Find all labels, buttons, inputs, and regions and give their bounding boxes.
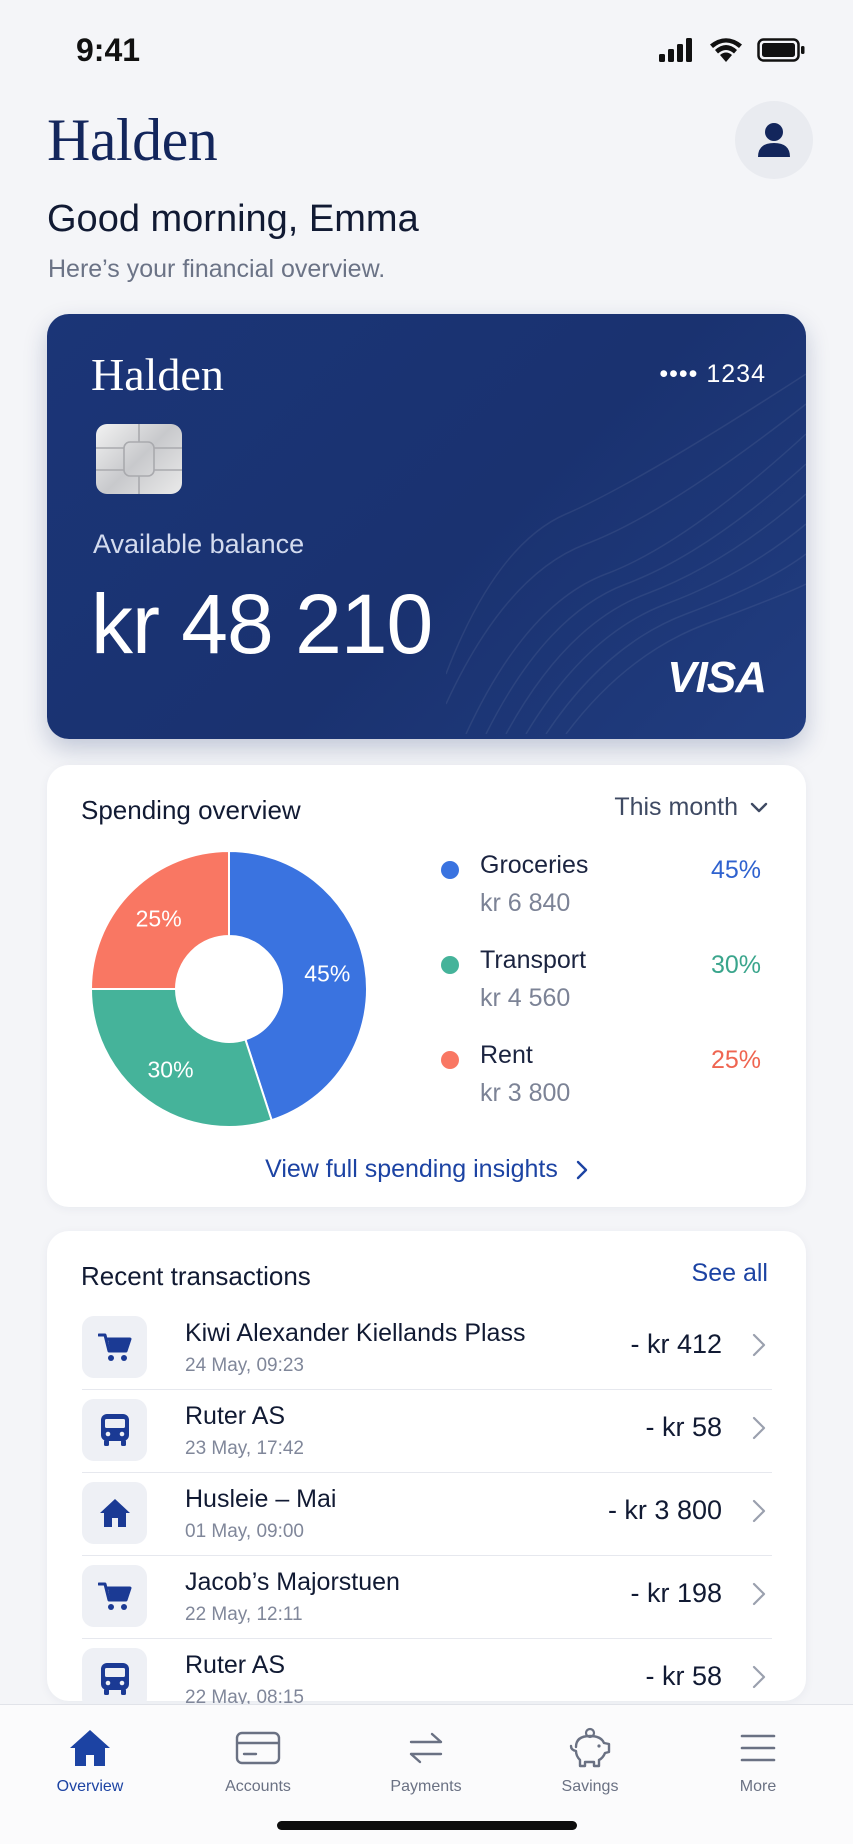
spending-donut-chart: 45% 30% 25% [89,849,368,1128]
see-all-link[interactable]: See all [692,1259,768,1288]
transaction-date: 23 May, 17:42 [185,1438,305,1459]
home-icon [82,1482,147,1544]
transaction-name: Ruter AS [185,1402,286,1430]
transaction-amount: - kr 58 [645,1661,722,1691]
transaction-date: 22 May, 12:11 [185,1604,303,1625]
transaction-amount: - kr 3 800 [607,1495,722,1525]
home-icon [35,1723,145,1773]
legend-item-groceries[interactable]: Groceries kr 6 840 45% [441,851,771,946]
transactions-panel: Recent transactions See all Kiwi Alexand… [47,1231,806,1710]
app-header: Halden [47,100,813,180]
transaction-row[interactable]: Kiwi Alexander Kiellands Plass 24 May, 0… [82,1307,772,1390]
wifi-icon [710,37,742,62]
legend-name: Transport [480,946,587,974]
legend-item-transport[interactable]: Transport kr 4 560 30% [441,946,771,1041]
tab-label: Overview [56,1778,124,1795]
donut-label-rent: 25% [136,906,182,932]
tab-label: Savings [561,1778,619,1795]
tab-label: Payments [390,1778,462,1795]
legend-percent: 30% [710,951,761,979]
spending-insights-link[interactable]: View full spending insights [47,1155,806,1184]
status-time: 9:41 [76,31,141,68]
status-icons [659,37,805,63]
tab-accounts[interactable]: Accounts [203,1723,313,1796]
transaction-row[interactable]: Ruter AS 23 May, 17:42 - kr 58 [82,1390,772,1473]
transaction-name: Kiwi Alexander Kiellands Plass [185,1319,526,1347]
cart-icon [82,1565,147,1627]
chevron-right-icon [576,1160,588,1179]
app-logo: Halden [47,106,218,173]
legend-name: Groceries [480,851,589,879]
donut-label-groceries: 45% [304,960,350,986]
transfer-icon [371,1723,481,1773]
chevron-right-icon [752,1582,766,1606]
transactions-title: Recent transactions [81,1261,311,1291]
transaction-date: 01 May, 09:00 [185,1521,305,1542]
profile-button[interactable] [735,101,813,179]
legend-amount: kr 4 560 [480,984,571,1012]
tab-overview[interactable]: Overview [35,1723,145,1796]
transaction-row[interactable]: Husleie – Mai 01 May, 09:00 - kr 3 800 [82,1473,772,1556]
greeting-title: Good morning, Emma [47,198,419,240]
bus-icon [82,1399,147,1461]
user-icon [758,123,790,157]
transaction-name: Jacob’s Majorstuen [185,1568,400,1596]
period-label: This month [614,793,738,821]
battery-icon [757,38,805,62]
tab-more[interactable]: More [703,1723,813,1796]
card-number: •••• 1234 [659,360,766,388]
spending-title: Spending overview [81,795,301,825]
chevron-right-icon [752,1499,766,1523]
period-dropdown[interactable]: This month [614,793,768,822]
piggy-bank-icon [535,1723,645,1773]
tab-label: More [739,1778,777,1795]
visa-logo: VISA [667,653,767,702]
tab-savings[interactable]: Savings [535,1723,645,1796]
greeting-subtitle: Here’s your financial overview. [48,255,386,283]
transaction-amount: - kr 412 [630,1329,722,1359]
legend-amount: kr 6 840 [480,889,571,917]
balance-label: Available balance [93,529,305,559]
donut-label-transport: 30% [147,1056,193,1082]
balance-amount: kr 48 210 [91,577,433,671]
transaction-row[interactable]: Jacob’s Majorstuen 22 May, 12:11 - kr 19… [82,1556,772,1639]
spending-overview-panel: Spending overview This month 45% 30% 25% G… [47,765,806,1207]
bus-icon [82,1648,147,1710]
legend-percent: 25% [710,1046,761,1074]
transaction-amount: - kr 58 [645,1412,722,1442]
chevron-right-icon [752,1416,766,1440]
legend-dot [441,956,459,974]
cart-icon [82,1316,147,1378]
legend-percent: 45% [710,856,761,884]
card-brand: Halden [91,349,224,400]
card-icon [203,1723,313,1773]
menu-icon [703,1723,813,1773]
transactions-list: Kiwi Alexander Kiellands Plass 24 May, 0… [82,1307,772,1722]
status-bar: 9:41 [0,0,853,100]
transaction-name: Ruter AS [185,1651,286,1679]
legend-dot [441,1051,459,1069]
spending-legend: Groceries kr 6 840 45% Transport kr 4 56… [441,851,771,1136]
legend-name: Rent [480,1041,533,1069]
legend-item-rent[interactable]: Rent kr 3 800 25% [441,1041,771,1136]
tab-label: Accounts [225,1778,291,1795]
transaction-amount: - kr 198 [630,1578,722,1608]
home-indicator [277,1821,577,1830]
chevron-down-icon [750,802,768,812]
chevron-right-icon [752,1333,766,1357]
chevron-right-icon [752,1665,766,1689]
balance-card[interactable]: Halden •••• 1234 Available balance kr 48… [47,314,806,739]
signal-icon [659,38,692,62]
card-chip-icon [96,424,182,494]
transaction-name: Husleie – Mai [185,1485,337,1513]
insights-link-label: View full spending insights [265,1155,558,1183]
tab-payments[interactable]: Payments [371,1723,481,1796]
transaction-date: 24 May, 09:23 [185,1355,305,1376]
legend-dot [441,861,459,879]
legend-amount: kr 3 800 [480,1079,571,1107]
